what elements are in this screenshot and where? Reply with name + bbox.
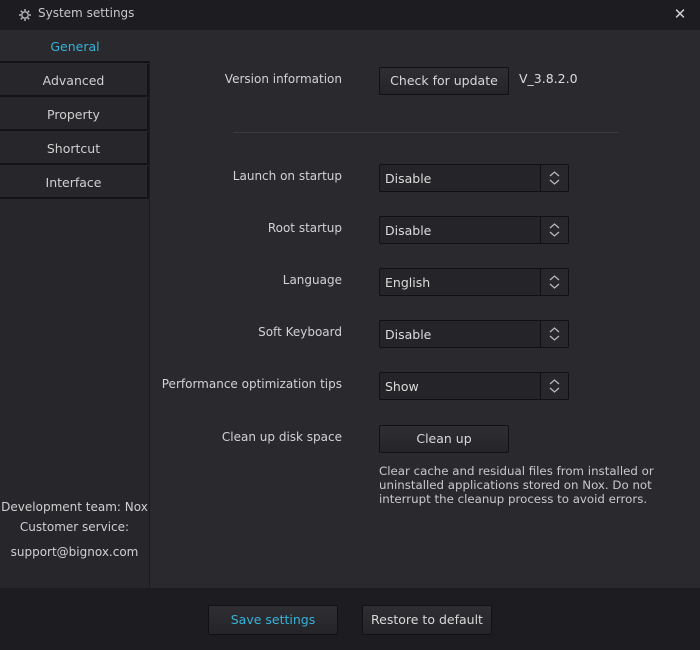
- version-number: V_3.8.2.0: [519, 71, 578, 86]
- footer: Save settings Restore to default: [0, 588, 700, 650]
- gear-icon: [19, 9, 31, 21]
- updown-arrow-icon: [540, 373, 568, 399]
- performance-tips-select[interactable]: Show: [379, 372, 569, 400]
- customer-service-text: Customer service:: [19, 520, 130, 534]
- language-select[interactable]: English: [379, 268, 569, 296]
- sidebar-item-general[interactable]: General: [0, 30, 150, 63]
- select-value: Disable: [385, 327, 432, 342]
- updown-arrow-icon: [540, 269, 568, 295]
- launch-startup-select[interactable]: Disable: [379, 164, 569, 192]
- title-bar: System settings ✕: [0, 0, 700, 30]
- sidebar: General Advanced Property Shortcut Inter…: [0, 30, 150, 588]
- cleanup-button[interactable]: Clean up: [379, 425, 509, 453]
- sidebar-item-advanced[interactable]: Advanced: [0, 64, 149, 97]
- sidebar-item-shortcut[interactable]: Shortcut: [0, 132, 149, 165]
- soft-keyboard-label: Soft Keyboard: [258, 325, 342, 339]
- root-startup-label: Root startup: [267, 221, 342, 235]
- check-update-button[interactable]: Check for update: [379, 67, 509, 95]
- cleanup-label: Clean up disk space: [221, 430, 342, 444]
- cleanup-description: Clear cache and residual files from inst…: [379, 464, 654, 506]
- updown-arrow-icon: [540, 165, 568, 191]
- close-icon[interactable]: ✕: [672, 6, 688, 22]
- select-value: Disable: [385, 223, 432, 238]
- dev-team-text: Development team: Nox: [1, 500, 148, 514]
- general-settings-panel: Version information Check for update V_3…: [150, 30, 700, 588]
- select-value: Show: [385, 379, 419, 394]
- soft-keyboard-select[interactable]: Disable: [379, 320, 569, 348]
- launch-startup-label: Launch on startup: [232, 169, 342, 183]
- sidebar-item-interface[interactable]: Interface: [0, 166, 149, 199]
- select-value: English: [385, 275, 431, 290]
- sidebar-item-property[interactable]: Property: [0, 98, 149, 131]
- version-label: Version information: [224, 72, 342, 86]
- divider: [233, 132, 618, 133]
- select-value: Disable: [385, 171, 432, 186]
- root-startup-select[interactable]: Disable: [379, 216, 569, 244]
- performance-tips-label: Performance optimization tips: [161, 377, 342, 391]
- restore-default-button[interactable]: Restore to default: [362, 605, 492, 635]
- updown-arrow-icon: [540, 217, 568, 243]
- window-title: System settings: [38, 6, 135, 20]
- support-email: support@bignox.com: [10, 545, 139, 559]
- save-settings-button[interactable]: Save settings: [208, 605, 338, 635]
- updown-arrow-icon: [540, 321, 568, 347]
- language-label: Language: [282, 273, 342, 287]
